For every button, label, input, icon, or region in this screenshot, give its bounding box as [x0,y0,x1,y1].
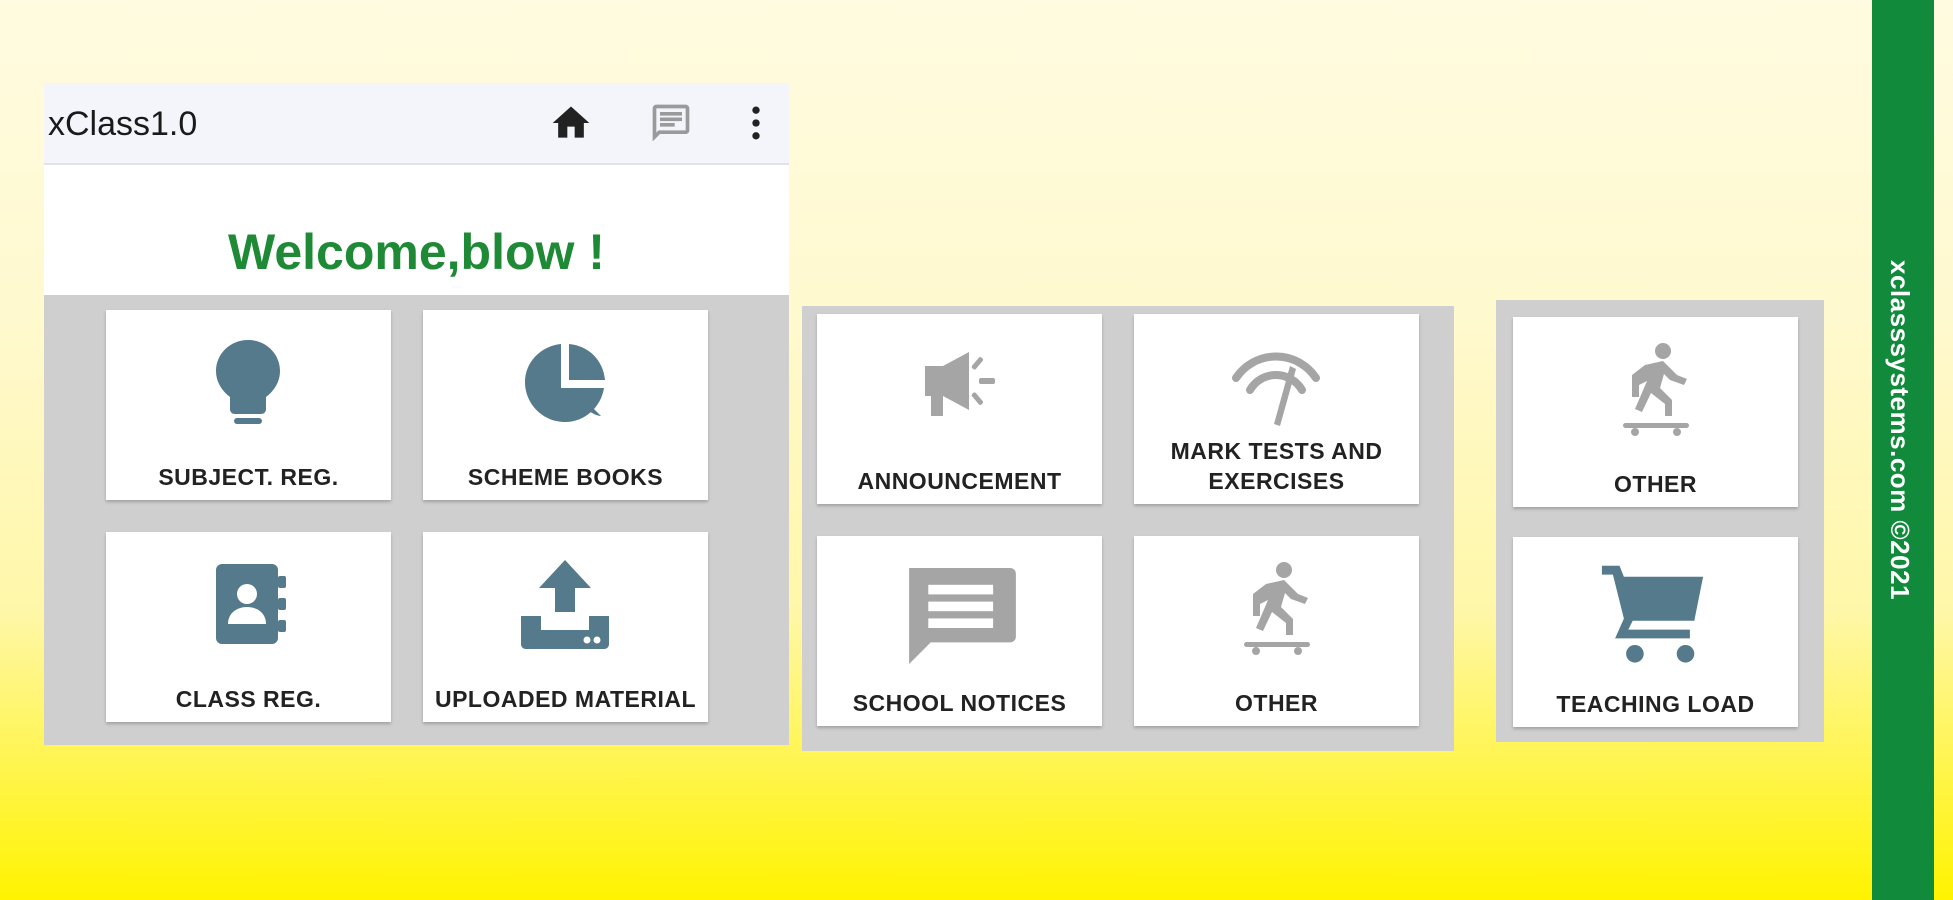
gauge-icon [1226,336,1326,436]
home-icon[interactable] [549,101,593,145]
announcement-label: ANNOUNCEMENT [857,468,1062,494]
mark-tests-tile[interactable]: MARK TESTS AND EXERCISES [1134,314,1419,504]
sidebar-strip: xclasssystems.com ©2021 [1872,0,1934,900]
app-title: xClass1.0 [48,105,198,143]
more-vert-icon[interactable] [734,101,778,145]
teaching-load-tile[interactable]: TEACHING LOAD [1513,537,1798,727]
class-reg-tile[interactable]: CLASS REG. [106,532,391,722]
contacts-book-icon [198,554,298,654]
school-notices-tile[interactable]: SCHOOL NOTICES [817,536,1102,726]
uploaded-material-tile[interactable]: UPLOADED MATERIAL [423,532,708,722]
skateboarding-icon [1226,558,1326,658]
scheme-books-tile[interactable]: SCHEME BOOKS [423,310,708,500]
class-reg-label: CLASS REG. [175,686,322,712]
app-bar: xClass1.0 [44,83,789,165]
other-label-1: OTHER [1235,690,1318,716]
subject-reg-tile[interactable]: SUBJECT. REG. [106,310,391,500]
phone-screen: xClass1.0 Welcome,blow ! SUBJECT. REG. S… [44,83,789,745]
tile-panel-middle: ANNOUNCEMENT MARK TESTS AND EXERCISES SC… [802,306,1454,751]
announcement-tile[interactable]: ANNOUNCEMENT [817,314,1102,504]
uploaded-material-label: UPLOADED MATERIAL [434,686,697,712]
chat-bubble-icon [897,556,1022,676]
upload-icon [515,554,615,654]
lightbulb-icon [198,332,298,432]
megaphone-icon [909,336,1009,436]
copyright-text: xclasssystems.com ©2021 [1885,260,1915,601]
tile-panel-right: OTHER TEACHING LOAD [1496,300,1824,742]
shopping-cart-icon [1595,557,1710,667]
other-tile-2[interactable]: OTHER [1513,317,1798,507]
pie-chart-icon [515,332,615,432]
school-notices-label: SCHOOL NOTICES [852,690,1067,716]
message-icon[interactable] [649,101,693,145]
other-tile-1[interactable]: OTHER [1134,536,1419,726]
tile-panel-main: SUBJECT. REG. SCHEME BOOKS CLASS REG. UP… [44,295,789,745]
subject-reg-label: SUBJECT. REG. [158,464,339,490]
skateboarding-icon [1605,339,1705,439]
mark-tests-label: MARK TESTS AND EXERCISES [1170,438,1383,494]
teaching-load-label: TEACHING LOAD [1556,691,1755,717]
other-label-2: OTHER [1614,471,1697,497]
scheme-books-label: SCHEME BOOKS [467,464,664,490]
welcome-heading: Welcome,blow ! [228,224,605,280]
